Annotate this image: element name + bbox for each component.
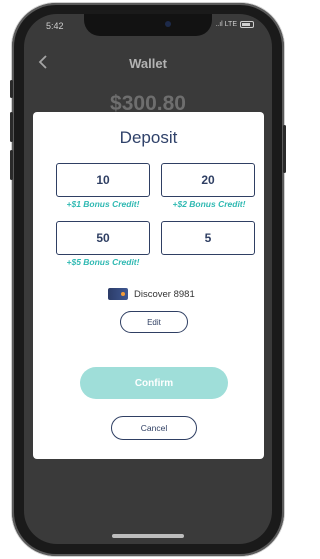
page-title: Wallet	[129, 56, 167, 71]
power-button	[283, 125, 286, 173]
volume-up-button	[10, 112, 13, 142]
notch	[84, 14, 212, 36]
payment-method-label: Discover 8981	[134, 288, 195, 300]
cancel-button[interactable]: Cancel	[111, 416, 197, 440]
screen: 5:42 ..ıl LTE Wallet $300.80 Deposit 10 …	[24, 14, 272, 544]
status-time: 5:42	[46, 21, 64, 31]
home-indicator[interactable]	[112, 534, 184, 538]
bonus-label: +$5 Bonus Credit!	[66, 257, 140, 267]
status-icons: ..ıl LTE	[215, 21, 254, 28]
amount-button-10[interactable]: 10	[56, 163, 150, 197]
amount-button-20[interactable]: 20	[161, 163, 255, 197]
payment-method: Discover 8981	[108, 288, 195, 300]
battery-icon	[240, 21, 254, 28]
confirm-button[interactable]: Confirm	[80, 367, 228, 399]
bonus-label: +$1 Bonus Credit!	[66, 199, 140, 209]
credit-card-icon	[108, 288, 128, 300]
edit-payment-button[interactable]: Edit	[120, 311, 188, 333]
deposit-modal: Deposit 10 20 +$1 Bonus Credit! +$2 Bonu…	[33, 112, 264, 459]
bonus-label: +$2 Bonus Credit!	[172, 199, 246, 209]
camera-icon	[165, 21, 171, 27]
modal-title: Deposit	[119, 128, 178, 147]
silent-switch	[10, 80, 13, 98]
amount-button-50[interactable]: 50	[56, 221, 150, 255]
volume-down-button	[10, 150, 13, 180]
signal-icon: ..ıl LTE	[215, 21, 237, 28]
amount-custom-input[interactable]: 5	[161, 221, 255, 255]
